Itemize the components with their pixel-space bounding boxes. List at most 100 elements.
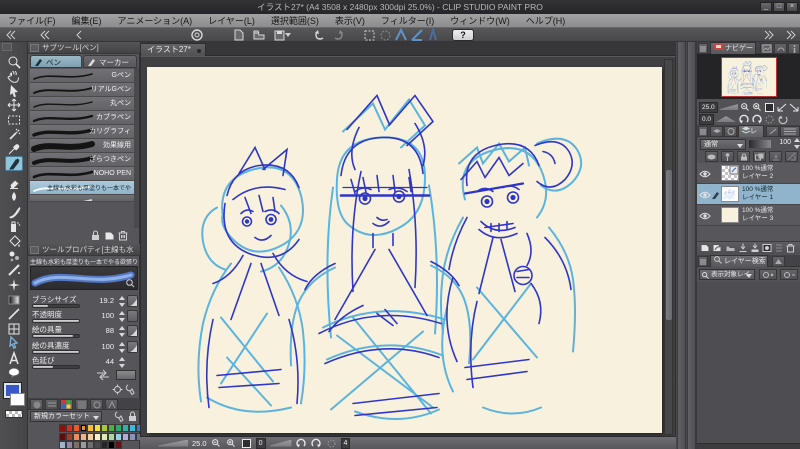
delete-layer-icon[interactable] — [786, 243, 795, 253]
new-subtool-icon[interactable] — [104, 230, 115, 241]
minimize-button[interactable]: _ — [760, 2, 772, 12]
airbrush-tool[interactable] — [5, 219, 23, 234]
new-vector-layer-icon[interactable] — [712, 243, 723, 253]
maximize-button[interactable]: □ — [773, 2, 785, 12]
color-swatch[interactable] — [115, 432, 122, 441]
menu-item-9[interactable]: ヘルプ(H) — [518, 14, 574, 28]
swap-icon[interactable] — [96, 369, 110, 381]
layer-row[interactable]: 100 %通常 レイヤー 1 — [697, 184, 800, 205]
collapse-panel-icon[interactable] — [772, 256, 785, 267]
menu-item-6[interactable]: 表示(V) — [327, 14, 373, 28]
menu-item-8[interactable]: ウィンドウ(W) — [442, 14, 518, 28]
nav-zoom-in-icon[interactable] — [752, 102, 762, 112]
reselect-icon[interactable] — [378, 29, 392, 41]
layer-move-tool[interactable] — [5, 98, 23, 113]
brush-item[interactable]: 丸ペン — [30, 97, 134, 111]
brush-stroke-preview[interactable] — [30, 266, 138, 290]
color-set-dropdown[interactable]: 新規カラーセット — [30, 411, 102, 422]
gear-icon[interactable] — [112, 384, 123, 395]
color-swatch[interactable] — [115, 441, 122, 449]
search-settings-button[interactable] — [759, 269, 777, 280]
layer-thumbnail[interactable] — [721, 186, 739, 202]
navigator-rotation-slider[interactable] — [716, 116, 737, 122]
collapse-right-icon[interactable] — [762, 29, 776, 41]
navigator-preview-area[interactable] — [697, 54, 800, 99]
background-color-swatch[interactable] — [10, 393, 25, 406]
zoom-slider[interactable] — [158, 439, 188, 447]
nav-fit-icon[interactable] — [764, 102, 775, 112]
nav-rotate-right-icon[interactable] — [751, 114, 762, 124]
slider-stepper[interactable] — [117, 311, 126, 323]
operation-tool[interactable] — [5, 83, 23, 98]
panel-divider[interactable] — [677, 42, 686, 449]
color-swatch[interactable] — [101, 424, 108, 432]
redo-icon[interactable] — [331, 29, 345, 41]
new-file-icon[interactable] — [232, 29, 246, 41]
color-swatch[interactable] — [122, 424, 129, 432]
magnifier-icon[interactable] — [126, 279, 135, 288]
panel-menu-icon[interactable] — [698, 126, 708, 137]
slider-groove[interactable] — [32, 349, 80, 354]
slider-stepper[interactable] — [117, 296, 126, 307]
save-dropdown-icon[interactable] — [284, 29, 292, 41]
slider-stepper[interactable] — [117, 356, 126, 368]
menu-item-5[interactable]: 選択範囲(S) — [263, 14, 327, 28]
color-swatch[interactable] — [94, 424, 101, 432]
color-swatch[interactable] — [129, 432, 136, 441]
brush-tool[interactable] — [5, 204, 23, 219]
clip-below-icon[interactable] — [769, 151, 782, 162]
tool-property-panel-header[interactable]: ツールプロパティ[主線も水 — [28, 244, 140, 256]
color-swatch[interactable] — [108, 424, 115, 432]
new-folder-icon[interactable] — [725, 243, 736, 253]
menu-item-2[interactable]: 編集(E) — [64, 14, 110, 28]
layer-row[interactable]: 100 %通常 レイヤー 3 — [697, 205, 800, 226]
color-swatch[interactable] — [101, 441, 108, 449]
hand-tool[interactable] — [5, 69, 23, 84]
layer-visibility-icon[interactable] — [699, 212, 711, 220]
new-layer-icon[interactable] — [700, 243, 710, 253]
panel-menu-icon[interactable] — [698, 256, 708, 267]
color-swatch[interactable] — [66, 424, 73, 432]
color-history-tab[interactable] — [105, 399, 118, 410]
nav-reset-view-icon[interactable] — [777, 114, 788, 124]
decoration-tool[interactable] — [5, 248, 23, 263]
zoom-in-button[interactable] — [226, 438, 237, 448]
spray-tool[interactable] — [5, 263, 23, 278]
canvas-viewport[interactable] — [140, 56, 676, 437]
text-tool[interactable] — [5, 350, 23, 365]
color-swatch[interactable] — [59, 424, 66, 432]
rotate-right-icon[interactable] — [311, 438, 322, 448]
reset-rotation-icon[interactable] — [326, 438, 337, 448]
menu-item-4[interactable]: レイヤー(L) — [200, 14, 263, 28]
lock-layer-icon[interactable] — [737, 151, 750, 162]
subtool-scrollbar[interactable] — [134, 68, 139, 228]
brush-item[interactable]: リアルGペン — [30, 83, 134, 97]
dynamics-button[interactable] — [127, 295, 138, 307]
subview-tab[interactable] — [760, 43, 773, 54]
clip-studio-logo-icon[interactable] — [190, 29, 204, 41]
subtool-tab-1[interactable]: ペン — [30, 55, 82, 68]
layer-thumbnail[interactable] — [721, 207, 739, 223]
lock-transparent-icon[interactable] — [753, 151, 766, 162]
menu-item-1[interactable]: ファイル(F) — [0, 14, 64, 28]
color-wheel-tab[interactable] — [30, 399, 43, 410]
panel-divider[interactable] — [687, 42, 696, 449]
brush-item-partial[interactable] — [30, 195, 134, 202]
collapse-left-icon[interactable] — [4, 29, 18, 41]
collapse-arrow-icon[interactable] — [72, 29, 86, 41]
brush-item[interactable]: ざらつきペン — [30, 153, 134, 167]
color-swatch[interactable] — [122, 432, 129, 441]
transparent-color-swatch[interactable] — [5, 410, 23, 418]
color-swatch[interactable] — [108, 432, 115, 441]
dynamics-button[interactable] — [127, 325, 138, 338]
color-swatch[interactable] — [80, 441, 87, 449]
brush-item[interactable]: カブラペン — [30, 111, 134, 125]
layer-property-tab[interactable] — [710, 126, 723, 137]
color-swatch[interactable] — [115, 424, 122, 432]
slider-groove[interactable] — [32, 304, 80, 308]
navigator-zoom-slider[interactable] — [719, 104, 739, 110]
color-swatch[interactable] — [80, 432, 87, 441]
dynamics-button[interactable] — [127, 340, 138, 353]
menu-item-7[interactable]: フィルター(I) — [373, 14, 442, 28]
brush-item[interactable]: 主線も水彩も厚塗りも一本でや — [30, 181, 134, 195]
